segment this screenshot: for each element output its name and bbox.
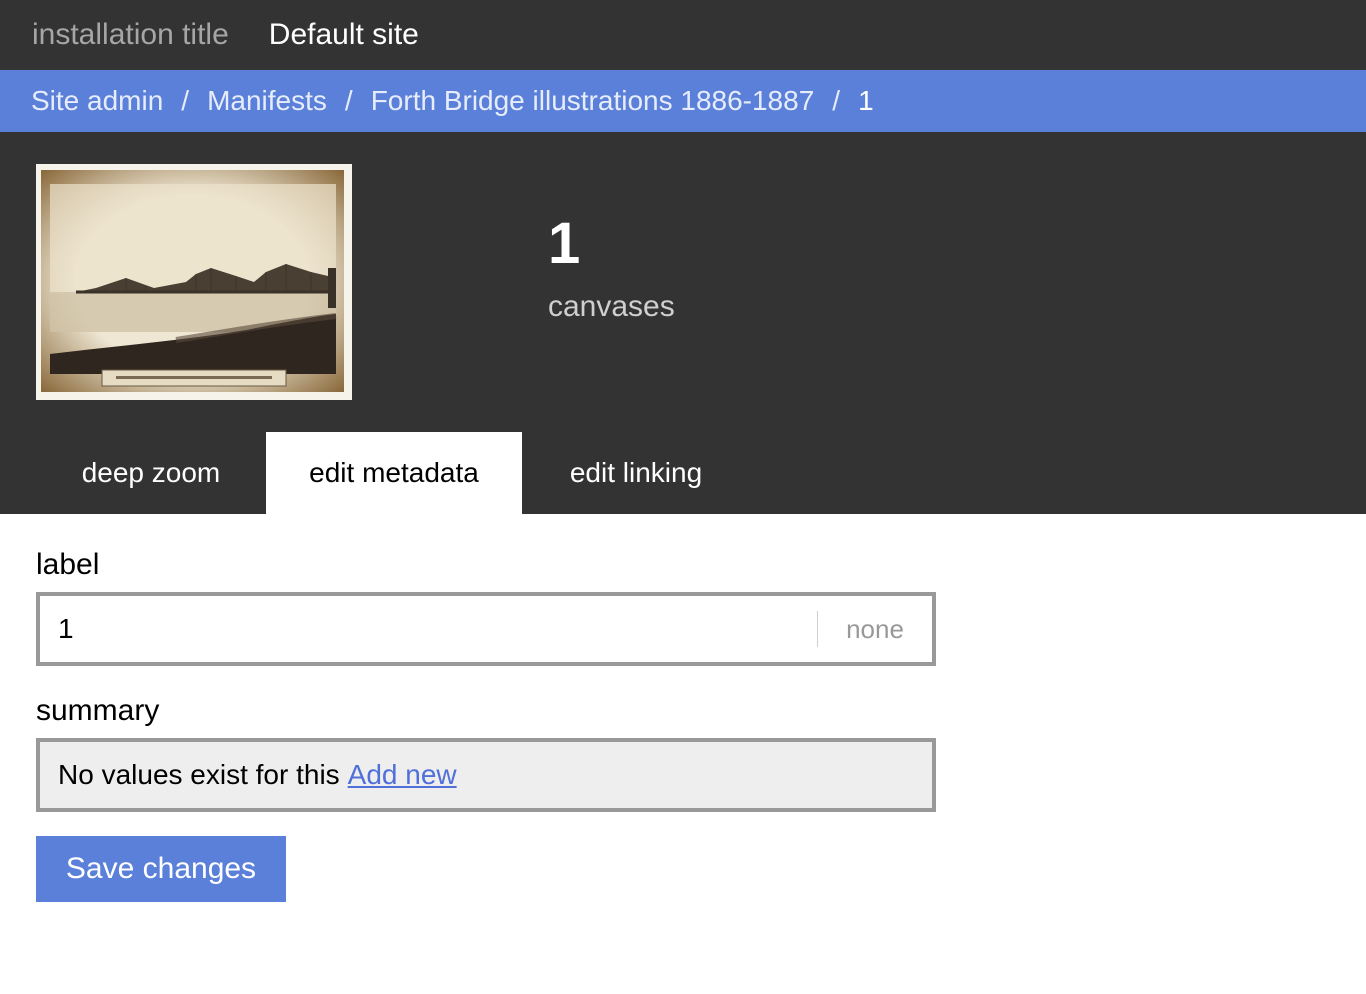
- summary-field-title: summary: [36, 694, 160, 727]
- breadcrumb-current: 1: [858, 85, 874, 116]
- breadcrumb-site-admin[interactable]: Site admin: [31, 85, 163, 117]
- site-title[interactable]: Default site: [269, 18, 419, 52]
- add-new-link[interactable]: Add new: [348, 759, 457, 791]
- breadcrumb-separator: /: [344, 85, 353, 116]
- summary-field: No values exist for this Add new: [36, 738, 936, 812]
- canvas-stats: 1 canvases: [548, 212, 675, 324]
- tab-edit-metadata[interactable]: edit metadata: [266, 432, 522, 514]
- summary-empty-text: No values exist for this: [58, 759, 340, 790]
- breadcrumb-separator: /: [181, 85, 190, 116]
- language-selector[interactable]: none: [818, 614, 932, 645]
- canvas-count-label: canvases: [548, 290, 675, 323]
- breadcrumb-manifest[interactable]: Forth Bridge illustrations 1886-1887: [371, 85, 815, 117]
- forth-bridge-photo-icon: [36, 164, 352, 400]
- breadcrumb: Site admin / Manifests / Forth Bridge il…: [0, 70, 1366, 132]
- metadata-form: label none summary No values exist for t…: [0, 548, 1366, 902]
- breadcrumb-manifests[interactable]: Manifests: [207, 85, 327, 117]
- installation-title[interactable]: installation title: [32, 18, 229, 52]
- canvas-thumbnail: [36, 164, 352, 400]
- tab-edit-linking[interactable]: edit linking: [522, 432, 750, 514]
- label-input[interactable]: [40, 598, 817, 660]
- breadcrumb-separator: /: [832, 85, 841, 116]
- label-field: none: [36, 592, 936, 666]
- tab-deep-zoom[interactable]: deep zoom: [36, 432, 266, 514]
- label-field-title: label: [36, 548, 100, 581]
- top-bar: installation title Default site: [0, 0, 1366, 70]
- canvas-header: 1 canvases deep zoom edit metadata edit …: [0, 132, 1366, 514]
- canvas-count: 1: [548, 211, 581, 276]
- tab-bar: deep zoom edit metadata edit linking: [36, 432, 750, 514]
- save-changes-button[interactable]: Save changes: [36, 836, 286, 902]
